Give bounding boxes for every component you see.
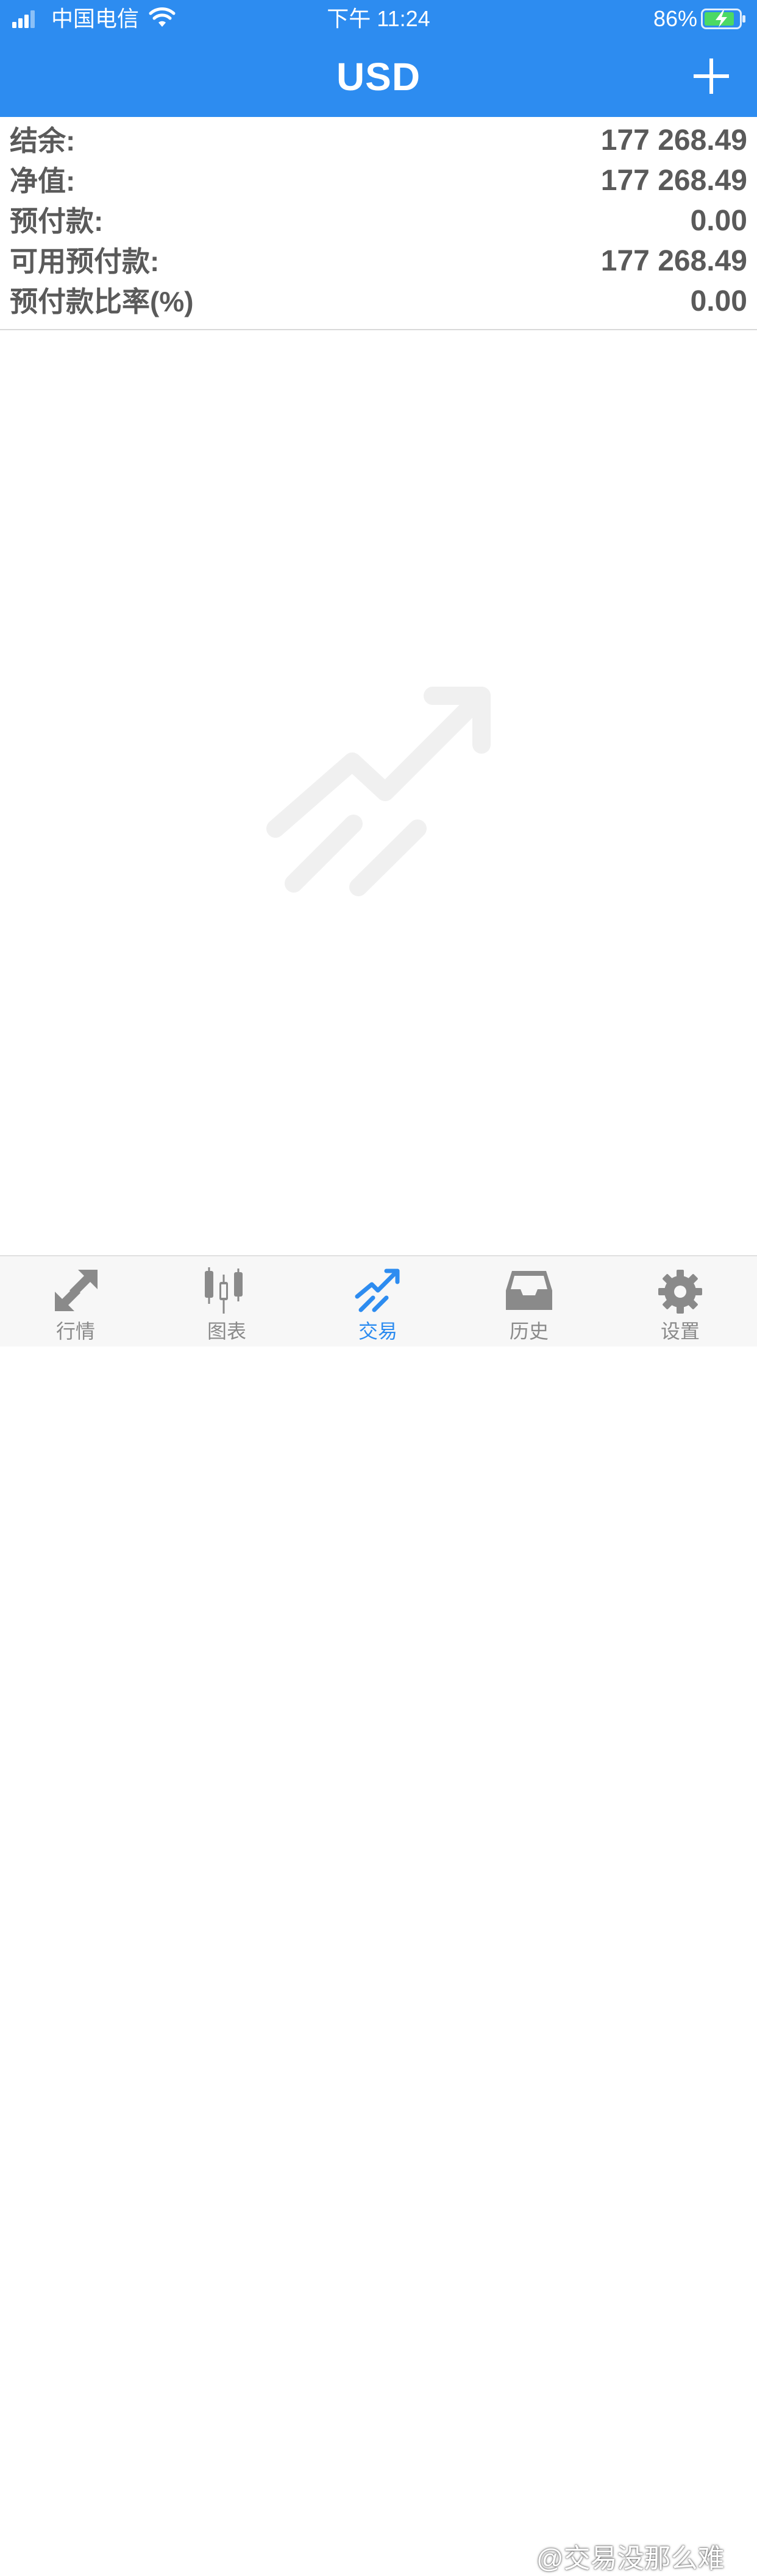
candlestick-icon — [205, 1267, 243, 1314]
summary-row-margin: 预付款: 0.00 — [10, 201, 747, 241]
tab-label: 行情 — [55, 1320, 95, 1342]
summary-value: 0.00 — [690, 205, 747, 237]
status-bar: 中国电信 下午 11:24 86% — [0, 0, 757, 38]
summary-label: 净值: — [10, 165, 76, 197]
tab-settings[interactable]: 设置 — [605, 1256, 756, 1346]
battery-percent: 86% — [653, 6, 697, 31]
quotes-arrows-icon — [55, 1270, 98, 1311]
watermark: @交易没那么难 — [536, 2544, 725, 2574]
status-time: 下午 11:24 — [327, 6, 430, 31]
account-summary: 结余: 177 268.49 净值: 177 268.49 预付款: 0.00 … — [0, 121, 757, 330]
summary-row-balance: 结余: 177 268.49 — [10, 121, 747, 161]
summary-value: 177 268.49 — [600, 124, 747, 157]
page-title: USD — [336, 55, 421, 99]
inbox-icon — [506, 1271, 552, 1310]
tab-history[interactable]: 历史 — [453, 1256, 605, 1346]
summary-value: 177 268.49 — [600, 165, 747, 197]
tab-label: 交易 — [358, 1320, 397, 1342]
trade-trend-icon — [266, 687, 491, 896]
summary-label: 可用预付款: — [10, 246, 160, 277]
tab-quotes[interactable]: 行情 — [0, 1256, 151, 1346]
tab-label: 图表 — [207, 1320, 246, 1342]
summary-row-free-margin: 可用预付款: 177 268.49 — [10, 241, 747, 281]
summary-value: 177 268.49 — [600, 245, 747, 277]
tab-trade[interactable]: 交易 — [302, 1256, 453, 1346]
summary-label: 预付款比率(%) — [10, 286, 194, 317]
add-button[interactable] — [694, 58, 729, 94]
tab-label: 历史 — [509, 1320, 549, 1342]
trade-trend-icon — [355, 1269, 400, 1312]
summary-row-equity: 净值: 177 268.49 — [10, 161, 747, 201]
summary-label: 预付款: — [10, 205, 104, 237]
tab-bar: 行情 图表 交易 历史 设置 @交易没那么难 — [0, 1255, 757, 2574]
summary-value: 0.00 — [690, 285, 747, 317]
summary-row-margin-level: 预付款比率(%) 0.00 — [10, 281, 747, 322]
app-header: 中国电信 下午 11:24 86% USD — [0, 0, 757, 117]
tab-label: 设置 — [660, 1320, 700, 1342]
summary-label: 结余: — [10, 125, 76, 157]
gear-icon — [658, 1270, 702, 1314]
battery-charging-icon — [701, 9, 745, 29]
tab-chart[interactable]: 图表 — [151, 1256, 302, 1346]
